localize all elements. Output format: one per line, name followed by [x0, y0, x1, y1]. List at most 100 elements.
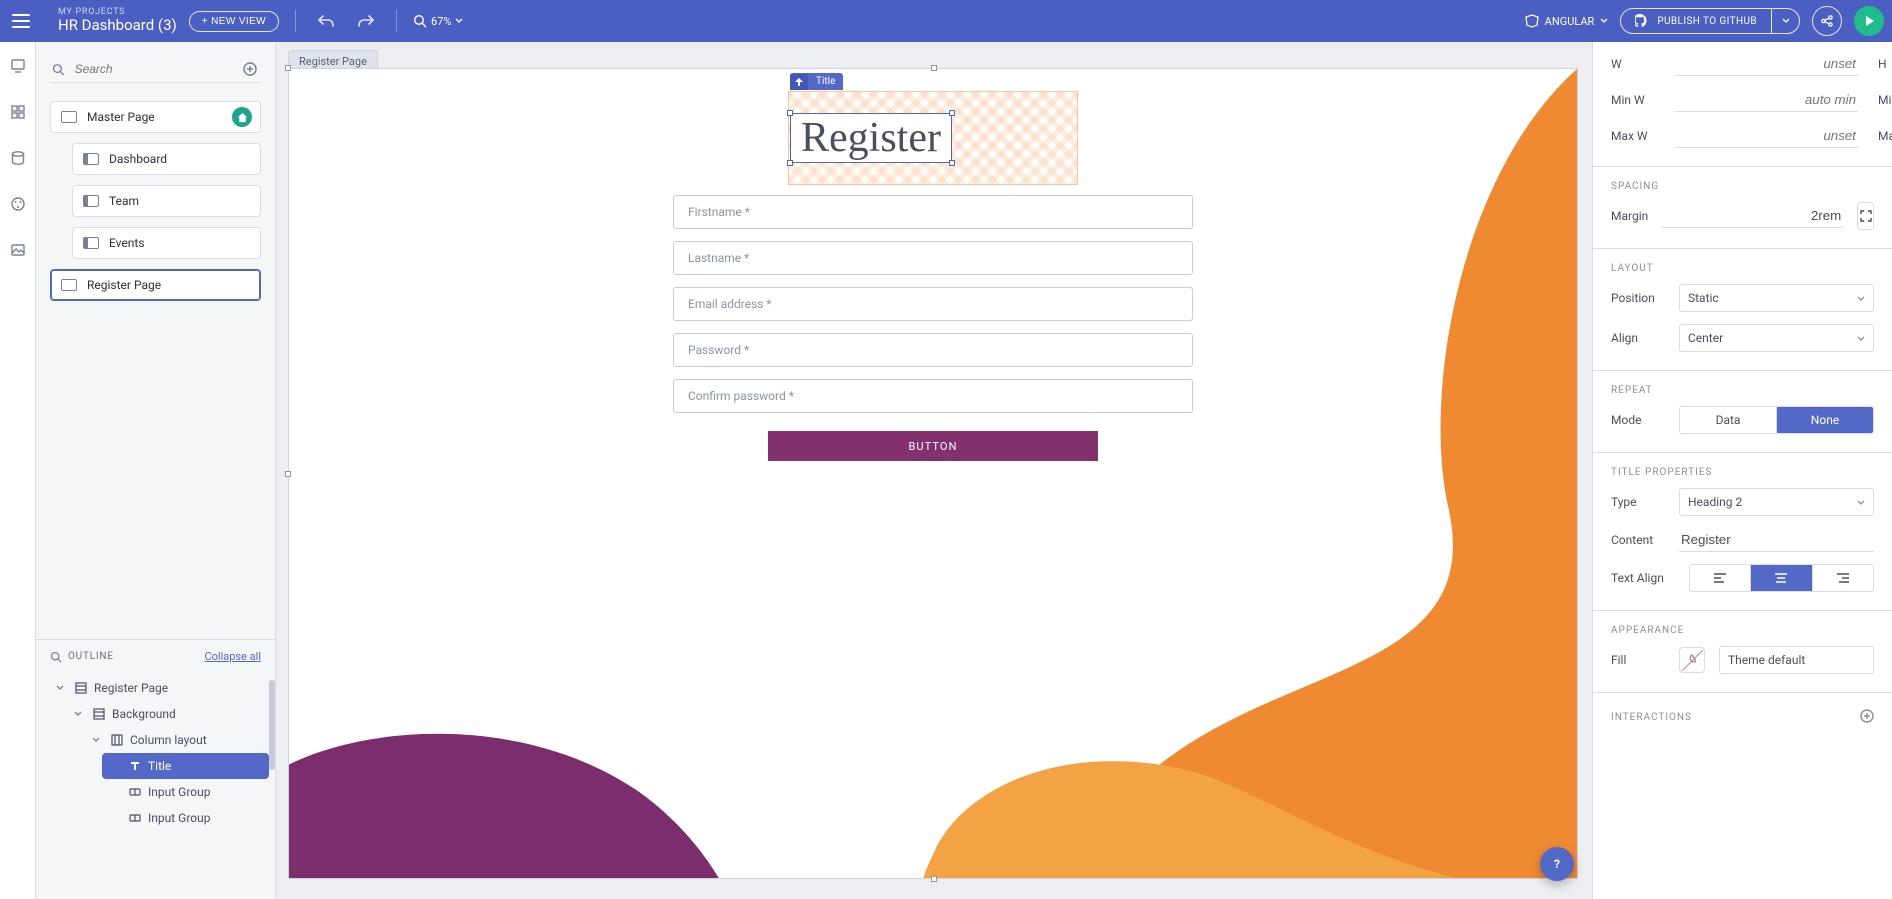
expand-icon — [1859, 209, 1873, 223]
position-select[interactable]: Static — [1679, 284, 1874, 312]
breadcrumb: MY PROJECTS HR Dashboard (3) — [58, 8, 177, 33]
margin-label: Margin — [1611, 209, 1648, 223]
help-label: ? — [1554, 857, 1560, 871]
outline-node-input-group[interactable]: Input Group — [102, 779, 269, 805]
new-view-button[interactable]: + NEW VIEW — [189, 11, 279, 32]
section-spacing-label: SPACING — [1611, 181, 1874, 192]
minw-input[interactable] — [1675, 88, 1858, 112]
help-button[interactable]: ? — [1540, 847, 1574, 881]
position-value: Static — [1688, 291, 1719, 305]
publish-split-button: PUBLISH TO GITHUB — [1620, 8, 1800, 34]
zoom-control[interactable]: 67% — [413, 14, 463, 28]
selected-title[interactable]: Register — [790, 113, 952, 163]
maxw-input[interactable] — [1675, 124, 1858, 148]
search-input[interactable] — [73, 61, 234, 77]
form-field[interactable]: Password * — [673, 333, 1193, 367]
margin-input[interactable] — [1662, 204, 1843, 228]
align-left-icon — [1713, 572, 1727, 584]
outline-node-background[interactable]: Background — [66, 701, 269, 727]
share-button[interactable] — [1812, 6, 1842, 36]
content-label: Content — [1611, 533, 1665, 547]
content-input[interactable] — [1679, 528, 1874, 552]
select-parent-icon[interactable] — [790, 74, 808, 90]
maxw-label: Max W — [1611, 129, 1665, 143]
rail-components-icon[interactable] — [8, 102, 28, 122]
menu-button[interactable] — [12, 7, 40, 35]
page-label: Register Page — [87, 278, 161, 292]
field-label: Confirm password * — [688, 389, 794, 403]
search-icon — [50, 651, 62, 663]
artboard[interactable]: Title Register Firstname * Lastname * Em… — [288, 68, 1578, 879]
outline-node-column-layout[interactable]: Column layout — [84, 727, 269, 753]
layout-icon — [92, 707, 106, 721]
collapse-all-link[interactable]: Collapse all — [204, 650, 261, 663]
page-icon — [61, 279, 77, 291]
text-align-right[interactable] — [1812, 565, 1873, 591]
layout-icon — [74, 681, 88, 695]
project-title[interactable]: HR Dashboard (3) — [58, 18, 177, 34]
height-label: H — [1878, 57, 1892, 71]
section-repeat-label: REPEAT — [1611, 385, 1874, 396]
canvas[interactable]: Register Page Title Register — [276, 42, 1592, 899]
workspace: Master Page Dashboard Team Events Regist… — [0, 42, 1892, 899]
text-align-left[interactable] — [1690, 565, 1750, 591]
text-align-center[interactable] — [1750, 565, 1811, 591]
page-register[interactable]: Register Page — [50, 269, 261, 301]
add-interaction-button[interactable] — [1860, 709, 1874, 726]
page-label: Team — [109, 194, 139, 208]
rail-theme-icon[interactable] — [8, 194, 28, 214]
text-align-group — [1689, 564, 1874, 592]
left-rail — [0, 42, 36, 899]
fill-swatch[interactable] — [1679, 647, 1705, 673]
repeat-none-option[interactable]: None — [1776, 407, 1873, 433]
page-icon — [83, 195, 99, 207]
outline-node-title[interactable]: Title — [102, 753, 269, 779]
width-input[interactable] — [1675, 52, 1858, 76]
form-field[interactable]: Email address * — [673, 287, 1193, 321]
redo-button[interactable] — [352, 7, 380, 35]
page-dashboard[interactable]: Dashboard — [72, 143, 261, 175]
section-layout-label: LAYOUT — [1611, 263, 1874, 274]
preview-button[interactable] — [1854, 6, 1884, 36]
separator-icon — [396, 10, 397, 32]
section-title-props-label: TITLE PROPERTIES — [1611, 467, 1874, 478]
type-value: Heading 2 — [1688, 495, 1742, 509]
publish-caret-button[interactable] — [1771, 9, 1799, 33]
form-submit-button[interactable]: BUTTON — [768, 431, 1098, 461]
page-icon — [61, 111, 77, 123]
section-appearance-label: APPEARANCE — [1611, 625, 1874, 636]
outline-node-register-page[interactable]: Register Page — [48, 675, 269, 701]
zoom-value: 67% — [431, 15, 451, 28]
page-team[interactable]: Team — [72, 185, 261, 217]
layout-icon — [110, 733, 124, 747]
selection-mini-tab[interactable]: Title — [790, 73, 843, 90]
input-group-icon — [128, 785, 142, 799]
page-icon — [83, 153, 99, 165]
align-select[interactable]: Center — [1679, 324, 1874, 352]
undo-button[interactable] — [312, 7, 340, 35]
text-align-label: Text Align — [1611, 571, 1675, 585]
properties-panel: W H Min W Min H — [1592, 42, 1892, 899]
scrollbar[interactable] — [269, 680, 275, 770]
align-label: Align — [1611, 331, 1665, 345]
rail-pages-icon[interactable] — [8, 56, 28, 76]
form-field[interactable]: Confirm password * — [673, 379, 1193, 413]
framework-select[interactable]: ANGULAR — [1525, 14, 1609, 28]
angular-shield-icon — [1525, 14, 1539, 28]
outline-node-label: Input Group — [148, 811, 210, 825]
outline-node-input-group[interactable]: Input Group — [102, 805, 269, 831]
page-master[interactable]: Master Page — [50, 101, 261, 133]
heading-type-select[interactable]: Heading 2 — [1679, 488, 1874, 516]
rail-data-icon[interactable] — [8, 148, 28, 168]
publish-button[interactable]: PUBLISH TO GITHUB — [1621, 9, 1771, 33]
page-events[interactable]: Events — [72, 227, 261, 259]
add-page-button[interactable] — [242, 60, 259, 78]
fill-value[interactable]: Theme default — [1719, 646, 1874, 674]
rail-assets-icon[interactable] — [8, 240, 28, 260]
form-field[interactable]: Firstname * — [673, 195, 1193, 229]
repeat-data-option[interactable]: Data — [1680, 407, 1776, 433]
field-label: Email address * — [688, 297, 772, 311]
form-field[interactable]: Lastname * — [673, 241, 1193, 275]
width-label: W — [1611, 57, 1665, 71]
expand-margin-button[interactable] — [1857, 202, 1874, 230]
